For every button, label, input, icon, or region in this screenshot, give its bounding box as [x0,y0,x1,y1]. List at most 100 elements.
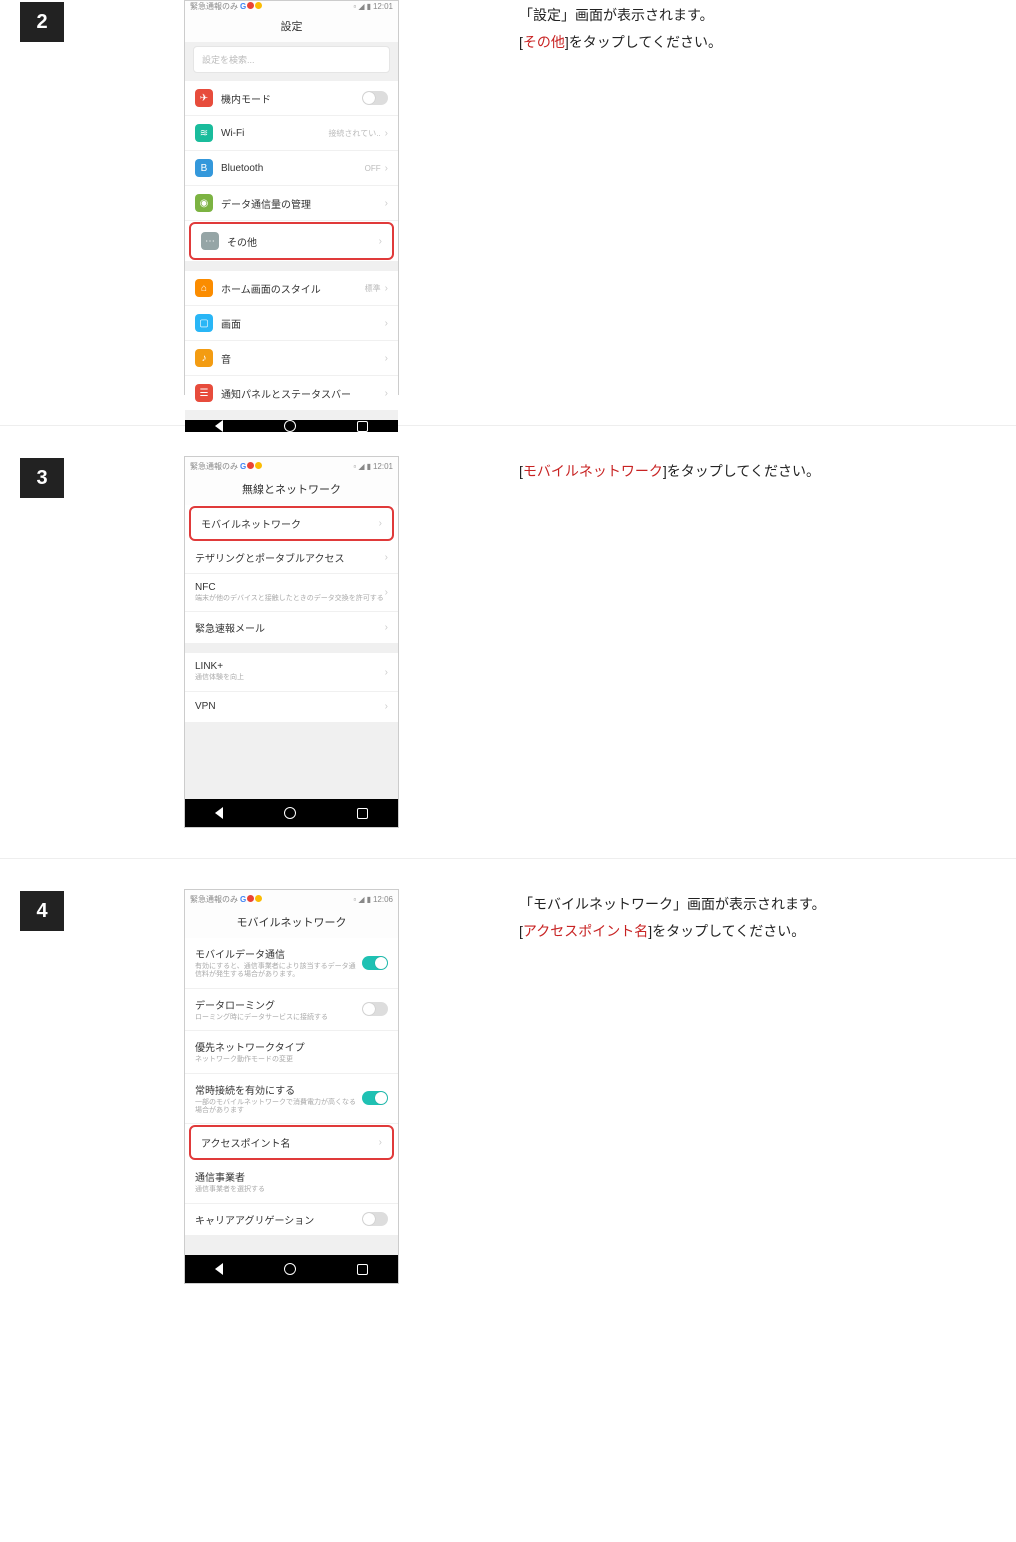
row-label: 通信事業者 [195,1169,388,1184]
row-label: モバイルデータ通信 [195,946,362,961]
row-label: NFC [195,582,385,593]
nav-bar [185,799,398,827]
settings-row[interactable]: 通信事業者通信事業者を選択する [185,1161,398,1203]
data-icon: ◉ [195,194,213,212]
settings-row[interactable]: ✈機内モード [185,81,398,116]
nav-bar [185,1255,398,1283]
battery-icon: ▮ [367,2,371,11]
settings-row[interactable]: VPN› [185,692,398,722]
settings-group: ✈機内モード≋Wi-Fi接続されてい..›BBluetoothOFF›◉データ通… [185,81,398,261]
row-subtitle: 有効にすると、通信事業者により該当するデータ通信料が発生する場合があります。 [195,963,362,980]
row-label: データ通信量の管理 [221,196,385,211]
status-google-icons: G [240,2,262,11]
toggle-switch[interactable] [362,1002,388,1016]
notif-icon: ☰ [195,384,213,402]
nav-back-icon[interactable] [215,1263,223,1275]
row-subtitle: 一部のモバイルネットワークで消費電力が高くなる場合があります [195,1099,362,1116]
settings-row[interactable]: LINK+通信体験を向上› [185,653,398,691]
chevron-right-icon: › [385,163,388,174]
nav-home-icon[interactable] [284,420,296,432]
status-carrier: 緊急通報のみ [190,461,238,472]
settings-row[interactable]: ⋯その他› [189,222,394,260]
settings-group: モバイルネットワーク›テザリングとポータブルアクセス›NFC端末が他のデバイスと… [185,505,398,643]
screen-title: モバイルネットワーク [185,908,398,938]
search-input[interactable]: 設定を検索... [193,46,390,73]
step-number-badge: 4 [20,891,64,931]
nav-back-icon[interactable] [215,807,223,819]
status-time: 12:01 [373,2,393,11]
chevron-right-icon: › [385,388,388,399]
row-subtitle: 通信事業者を選択する [195,1186,388,1194]
settings-row[interactable]: データローミングローミング時にデータサービスに接続する [185,989,398,1031]
status-time: 12:01 [373,462,393,471]
sound-icon: ♪ [195,349,213,367]
toggle-switch[interactable] [362,1091,388,1105]
more-icon: ⋯ [201,232,219,250]
row-label: 優先ネットワークタイプ [195,1039,388,1054]
settings-row[interactable]: ≋Wi-Fi接続されてい..› [185,116,398,151]
highlighted-term: アクセスポイント名 [523,923,648,939]
nav-recent-icon[interactable] [357,1264,368,1275]
step: 2緊急通報のみG▫ ◢▮12:01設定設定を検索...✈機内モード≋Wi-Fi接… [0,0,1016,395]
settings-row[interactable]: テザリングとポータブルアクセス› [185,542,398,574]
row-value: 標準 [365,283,381,294]
status-carrier: 緊急通報のみ [190,1,238,12]
settings-row[interactable]: ♪音› [185,341,398,376]
settings-row[interactable]: モバイルネットワーク› [189,506,394,541]
status-bar: 緊急通報のみG ▫ ◢▮12:01 [185,457,398,475]
signal-icon: ▫ ◢ [353,462,364,471]
settings-row[interactable]: BBluetoothOFF› [185,151,398,186]
highlighted-term: その他 [523,34,565,50]
row-label: Bluetooth [221,163,365,174]
toggle-switch[interactable] [362,956,388,970]
toggle-switch[interactable] [362,1212,388,1226]
step-separator [0,425,1016,426]
status-time: 12:06 [373,895,393,904]
row-subtitle: ローミング時にデータサービスに接続する [195,1014,362,1022]
row-label: モバイルネットワーク [201,516,379,531]
nav-recent-icon[interactable] [357,421,368,432]
step-description: [モバイルネットワーク]をタップしてください。 [519,456,996,485]
phone-mockup: 緊急通報のみG▫ ◢▮12:01設定設定を検索...✈機内モード≋Wi-Fi接続… [184,0,399,395]
settings-group: ⌂ホーム画面のスタイル標準›▢画面›♪音›☰通知パネルとステータスバー› [185,271,398,410]
phone-mockup: 緊急通報のみG▫ ◢▮12:01無線とネットワークモバイルネットワーク›テザリン… [184,456,399,828]
settings-row[interactable]: NFC端末が他のデバイスと接触したときのデータ交換を許可する› [185,574,398,612]
settings-row[interactable]: ⌂ホーム画面のスタイル標準› [185,271,398,306]
row-label: データローミング [195,997,362,1012]
row-label: ホーム画面のスタイル [221,281,365,296]
settings-row[interactable]: アクセスポイント名› [189,1125,394,1160]
battery-icon: ▮ [367,462,371,471]
highlighted-term: モバイルネットワーク [523,463,663,479]
settings-row[interactable]: ▢画面› [185,306,398,341]
status-google-icons: G [240,462,262,471]
settings-row[interactable]: 常時接続を有効にする一部のモバイルネットワークで消費電力が高くなる場合があります [185,1074,398,1125]
airplane-icon: ✈ [195,89,213,107]
settings-row[interactable]: キャリアアグリゲーション [185,1204,398,1235]
nav-home-icon[interactable] [284,807,296,819]
row-label: Wi-Fi [221,128,328,139]
settings-row[interactable]: ☰通知パネルとステータスバー› [185,376,398,410]
nav-back-icon[interactable] [215,420,223,432]
chevron-right-icon: › [379,1137,382,1148]
wifi-icon: ≋ [195,124,213,142]
step: 4緊急通報のみG▫ ◢▮12:06モバイルネットワークモバイルデータ通信有効にす… [0,889,1016,1284]
home-icon: ⌂ [195,279,213,297]
nav-recent-icon[interactable] [357,808,368,819]
chevron-right-icon: › [385,318,388,329]
settings-row[interactable]: モバイルデータ通信有効にすると、通信事業者により該当するデータ通信料が発生する場… [185,938,398,989]
chevron-right-icon: › [385,198,388,209]
row-label: アクセスポイント名 [201,1135,379,1150]
row-label: キャリアアグリゲーション [195,1212,362,1227]
nav-bar [185,420,398,432]
row-value: OFF [365,164,381,173]
row-subtitle: 通信体験を向上 [195,674,385,682]
status-right: ▫ ◢▮12:01 [353,2,393,11]
chevron-right-icon: › [379,518,382,529]
chevron-right-icon: › [385,587,388,598]
nav-home-icon[interactable] [284,1263,296,1275]
settings-row[interactable]: ◉ データ通信量の管理› [185,186,398,221]
settings-row[interactable]: 優先ネットワークタイプネットワーク動作モードの変更 [185,1031,398,1073]
settings-row[interactable]: 緊急速報メール› [185,612,398,643]
toggle-switch[interactable] [362,91,388,105]
row-label: 画面 [221,316,385,331]
